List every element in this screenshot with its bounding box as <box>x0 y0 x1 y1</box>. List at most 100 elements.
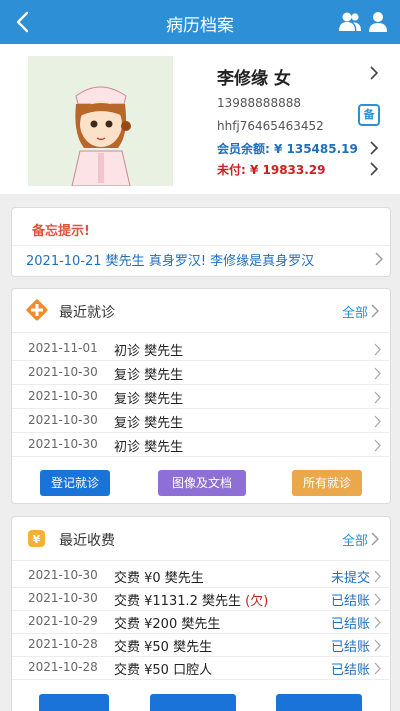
patient-name: 李修缘 女 <box>217 69 291 89</box>
chevron-right-icon[interactable] <box>370 304 380 318</box>
patient-phone: 13988888888 <box>217 96 301 110</box>
fees-all-link[interactable]: 全部 <box>342 530 368 549</box>
fee-text: 交费 ¥1131.2 樊先生 <box>114 594 242 609</box>
yen-coin-icon: ¥ <box>28 530 45 547</box>
users-icon[interactable] <box>338 11 362 33</box>
fee-text: 交费 ¥50 口腔人 <box>114 663 213 678</box>
plus-icon <box>26 299 48 321</box>
all-visits-button[interactable]: 所有就诊 <box>292 470 362 496</box>
chevron-right-icon <box>374 593 381 606</box>
memo-card[interactable]: 备忘提示! 2021-10-21 樊先生 真身罗汉! 李修缘是真身罗汉 <box>11 207 391 277</box>
fee-date: 2021-10-28 <box>28 637 98 651</box>
chevron-right-icon[interactable] <box>368 162 380 176</box>
images-docs-button[interactable]: 图像及文档 <box>158 470 246 496</box>
fee-action-button[interactable] <box>39 694 109 711</box>
recent-visits-card: 最近就诊 全部 2021-11-01 初诊 樊先生 2021-10-30 复诊 … <box>11 288 392 504</box>
visit-date: 2021-11-01 <box>28 341 98 355</box>
chevron-right-icon <box>374 367 381 380</box>
fee-text: 交费 ¥50 樊先生 <box>114 640 213 655</box>
section-title: 最近就诊 <box>59 305 115 321</box>
visit-doctor: 樊先生 <box>144 392 184 407</box>
visits-all-link[interactable]: 全部 <box>342 302 368 321</box>
visit-doctor: 樊先生 <box>144 416 184 431</box>
visit-doctor: 樊先生 <box>144 440 184 455</box>
patient-profile: 李修缘 女 13988888888 hhfj76465463452 备 会员余额… <box>0 44 400 194</box>
unpaid-amount: 未付: ¥ 19833.29 <box>217 163 326 177</box>
visit-desc: 初诊 樊先生 <box>114 340 183 359</box>
avatar <box>28 56 173 186</box>
visit-row[interactable]: 2021-10-30 复诊 樊先生 <box>12 410 392 433</box>
chevron-right-icon <box>374 639 381 652</box>
chevron-right-icon <box>374 662 381 675</box>
visit-desc: 初诊 樊先生 <box>114 436 183 455</box>
chevron-right-icon <box>374 439 381 452</box>
section-title: 最近收费 <box>59 533 115 549</box>
fee-row[interactable]: 2021-10-28 交费 ¥50 口腔人 已结账 <box>12 657 392 680</box>
nurse-avatar-illustration <box>28 56 173 186</box>
chevron-right-icon[interactable] <box>368 66 380 80</box>
chevron-right-icon <box>374 616 381 629</box>
fee-text: 交费 ¥0 樊先生 <box>114 571 204 586</box>
fee-status: 未提交 <box>330 571 370 586</box>
chevron-right-icon[interactable] <box>370 532 380 546</box>
fee-text: 交费 ¥200 樊先生 <box>114 617 221 632</box>
visit-desc: 复诊 樊先生 <box>114 412 183 431</box>
visit-row[interactable]: 2021-10-30 复诊 樊先生 <box>12 386 392 409</box>
visit-doctor: 樊先生 <box>144 368 184 383</box>
fee-status: 已结账 <box>330 594 370 609</box>
fee-desc: 交费 ¥50 樊先生 <box>114 636 212 655</box>
fee-row[interactable]: 2021-10-30 交费 ¥1131.2 樊先生 (欠) 已结账 <box>12 588 392 611</box>
fee-desc: 交费 ¥0 樊先生 <box>114 567 204 586</box>
fee-date: 2021-10-30 <box>28 568 98 582</box>
memo-title: 备忘提示! <box>32 224 90 239</box>
owe-tag: (欠) <box>245 594 269 609</box>
chevron-right-icon <box>374 391 381 404</box>
visit-date: 2021-10-30 <box>28 413 98 427</box>
svg-text:¥: ¥ <box>33 533 41 546</box>
fee-desc: 交费 ¥200 樊先生 <box>114 613 220 632</box>
visit-row[interactable]: 2021-11-01 初诊 樊先生 <box>12 338 392 361</box>
fee-desc: 交费 ¥1131.2 樊先生 (欠) <box>114 590 268 609</box>
visit-type: 初诊 <box>114 344 141 359</box>
fee-status: 已结账 <box>330 663 370 678</box>
member-balance: 会员余额: ¥ 135485.19 <box>217 142 358 156</box>
visit-row[interactable]: 2021-10-30 复诊 樊先生 <box>12 362 392 385</box>
chevron-right-icon[interactable] <box>368 141 380 155</box>
divider <box>12 560 390 561</box>
fee-status: 已结账 <box>330 617 370 632</box>
fee-row[interactable]: 2021-10-29 交费 ¥200 樊先生 已结账 <box>12 611 392 634</box>
fee-status: 已结账 <box>330 640 370 655</box>
chevron-right-icon[interactable] <box>374 252 384 266</box>
visit-date: 2021-10-30 <box>28 389 98 403</box>
fee-row[interactable]: 2021-10-28 交费 ¥50 樊先生 已结账 <box>12 634 392 657</box>
user-icon[interactable] <box>368 11 388 33</box>
visit-type: 初诊 <box>114 440 141 455</box>
chevron-right-icon <box>374 415 381 428</box>
visit-desc: 复诊 樊先生 <box>114 388 183 407</box>
visit-date: 2021-10-30 <box>28 365 98 379</box>
chevron-right-icon <box>374 343 381 356</box>
memo-badge-icon[interactable]: 备 <box>358 104 380 126</box>
fee-date: 2021-10-29 <box>28 614 98 628</box>
memo-text: 2021-10-21 樊先生 真身罗汉! 李修缘是真身罗汉 <box>26 254 315 269</box>
divider <box>12 245 390 246</box>
recent-fees-card: ¥ 最近收费 全部 2021-10-30 交费 ¥0 樊先生 未提交 2021-… <box>11 516 392 711</box>
visit-type: 复诊 <box>114 416 141 431</box>
divider <box>12 332 390 333</box>
visit-row[interactable]: 2021-10-30 初诊 樊先生 <box>12 434 392 457</box>
fee-action-button[interactable] <box>150 694 236 711</box>
chevron-right-icon <box>374 570 381 583</box>
visit-doctor: 樊先生 <box>144 344 184 359</box>
fee-desc: 交费 ¥50 口腔人 <box>114 659 212 678</box>
fee-row[interactable]: 2021-10-30 交费 ¥0 樊先生 未提交 <box>12 565 392 588</box>
visit-desc: 复诊 樊先生 <box>114 364 183 383</box>
register-visit-button[interactable]: 登记就诊 <box>40 470 110 496</box>
fee-date: 2021-10-28 <box>28 660 98 674</box>
fee-date: 2021-10-30 <box>28 591 98 605</box>
fee-action-button[interactable] <box>276 694 362 711</box>
visit-type: 复诊 <box>114 368 141 383</box>
visit-type: 复诊 <box>114 392 141 407</box>
visit-date: 2021-10-30 <box>28 437 98 451</box>
top-bar: 病历档案 <box>0 0 400 44</box>
patient-code: hhfj76465463452 <box>217 119 324 133</box>
